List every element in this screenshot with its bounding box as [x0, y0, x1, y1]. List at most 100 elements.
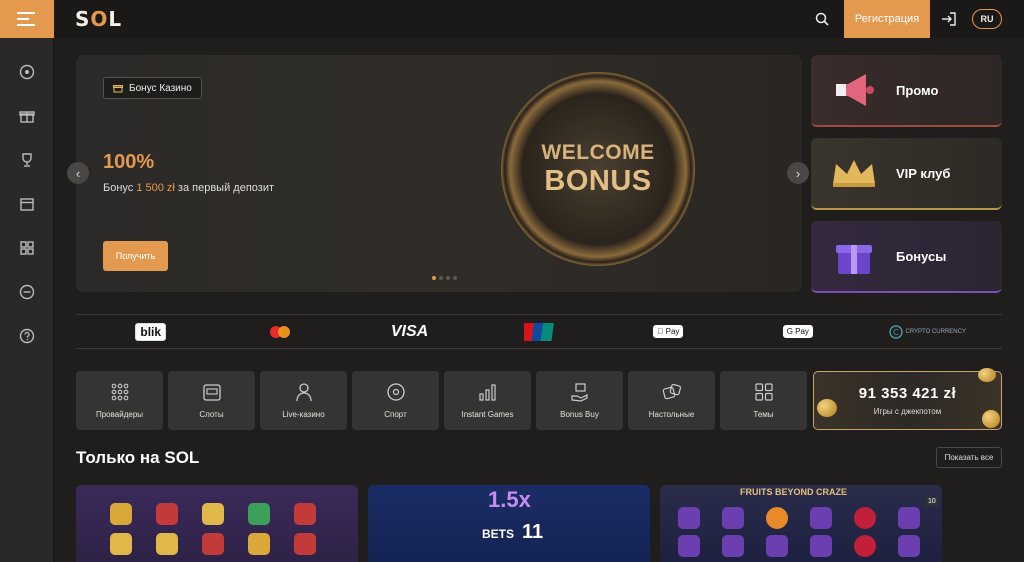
apple-icon:  — [657, 327, 663, 336]
game-badge: 10 — [926, 497, 938, 506]
sidebar-item-sport[interactable] — [17, 62, 37, 82]
game-card[interactable] — [76, 485, 358, 562]
carousel-dot[interactable] — [432, 276, 436, 280]
category-slots[interactable]: Слоты — [168, 371, 255, 430]
carousel-dot[interactable] — [453, 276, 457, 280]
calendar-icon — [19, 198, 34, 211]
category-table-games[interactable]: Настольные — [628, 371, 715, 430]
category-providers[interactable]: Провайдеры — [76, 371, 163, 430]
crypto-label: CRYPTO CURRENCY — [905, 328, 966, 335]
show-all-button[interactable]: Показать все — [936, 447, 1002, 468]
game-card[interactable]: 1.5x BETS 11 — [368, 485, 650, 562]
section-title: Только на SOL — [76, 448, 200, 467]
megaphone-icon — [835, 74, 874, 106]
dice-icon — [662, 383, 681, 400]
slot-symbol — [766, 507, 788, 529]
menu-button[interactable] — [0, 0, 54, 38]
gift-box-icon — [835, 245, 872, 274]
slot-symbol — [766, 535, 788, 557]
sidebar-item-support[interactable] — [17, 282, 37, 302]
category-sport[interactable]: Спорт — [352, 371, 439, 430]
hand-gift-icon — [570, 383, 588, 402]
badge-label: Бонус Казино — [129, 82, 192, 94]
carousel-prev-button[interactable]: ‹ — [67, 162, 89, 184]
carousel-dots — [432, 276, 457, 280]
slot-symbol — [202, 533, 224, 555]
jackpot-games-tile[interactable]: 91 353 421 zł Игры с джекпотом — [813, 368, 1002, 430]
promo-card-vip[interactable]: VIP клуб — [811, 138, 1002, 210]
bonus-percent: 100% — [103, 151, 155, 173]
bar-chart-icon — [478, 384, 496, 401]
crypto-logo: C CRYPTO CURRENCY — [888, 324, 966, 339]
ball-icon — [19, 64, 34, 80]
payment-blik: blik — [111, 322, 191, 341]
slot-symbol — [898, 507, 920, 529]
slot-symbol — [110, 533, 132, 555]
language-selector[interactable]: RU — [972, 9, 1002, 29]
slot-symbol — [810, 507, 832, 529]
trophy-icon — [21, 153, 32, 167]
login-button[interactable] — [930, 12, 968, 26]
game-bets: BETS 11 — [482, 521, 544, 543]
carousel-dot[interactable] — [439, 276, 443, 280]
topbar: SOL Регистрация RU — [54, 0, 1024, 38]
coin-text-welcome: WELCOME — [541, 140, 655, 164]
ball-icon — [386, 383, 405, 401]
promo-card-bonuses[interactable]: Бонусы — [811, 221, 1002, 293]
category-bonus-buy[interactable]: Bonus Buy — [536, 371, 623, 430]
slot-symbol — [810, 535, 832, 557]
help-icon — [19, 328, 34, 344]
hero-banner[interactable]: Бонус Казино 100% Бонус 1 500 zł за перв… — [76, 55, 802, 292]
category-instant-games[interactable]: Instant Games — [444, 371, 531, 430]
grid-icon — [754, 383, 773, 401]
crown-icon — [832, 160, 875, 187]
slot-machine-icon — [202, 384, 221, 401]
dealer-icon — [295, 383, 312, 402]
category-themes[interactable]: Темы — [720, 371, 807, 430]
slot-symbol — [722, 535, 744, 557]
sidebar-item-calendar[interactable] — [17, 194, 37, 214]
gift-icon — [113, 85, 123, 93]
hamburger-icon — [17, 12, 35, 26]
category-label: Live-казино — [282, 410, 325, 419]
slot-symbol — [156, 503, 178, 525]
sidebar-item-bonuses[interactable] — [17, 106, 37, 126]
blik-logo: blik — [135, 322, 167, 341]
sidebar-item-help[interactable] — [17, 326, 37, 346]
slot-symbol — [202, 503, 224, 525]
svg-text:C: C — [893, 328, 899, 337]
slot-symbol — [722, 507, 744, 529]
crypto-icon: C — [888, 324, 903, 339]
search-button[interactable] — [800, 12, 844, 26]
get-bonus-button[interactable]: Получить — [103, 241, 168, 271]
welcome-bonus-coin: WELCOME BONUS — [501, 72, 695, 266]
slot-symbol — [248, 533, 270, 555]
visa-logo: VISA — [390, 322, 429, 340]
slot-symbol — [854, 535, 876, 557]
sidebar-item-tournaments[interactable] — [17, 150, 37, 170]
slot-symbol — [110, 503, 132, 525]
category-label: Спорт — [384, 410, 407, 419]
promo-card-label: VIP клуб — [896, 165, 951, 181]
24-7-support-icon — [19, 284, 34, 300]
login-icon — [942, 12, 956, 26]
promo-card-label: Промо — [896, 82, 939, 98]
carousel-dot[interactable] — [446, 276, 450, 280]
carousel-next-button[interactable]: › — [787, 162, 809, 184]
game-card[interactable]: FRUITS BEYOND CRAZE 10 — [660, 485, 942, 562]
apple-pay-logo:  Pay — [653, 325, 684, 338]
promo-card-promo[interactable]: Промо — [811, 55, 1002, 127]
gold-coin-icon — [817, 399, 837, 417]
category-label: Слоты — [199, 410, 224, 419]
jackpot-label: Игры с джекпотом — [873, 407, 942, 416]
sidebar-item-categories[interactable] — [17, 238, 37, 258]
payment-methods: blik VISA  Pay G Pay C CRYPTO CURRENCY — [76, 314, 1002, 349]
category-label: Настольные — [648, 410, 695, 419]
sol-logo[interactable]: SOL — [75, 7, 122, 31]
category-live-casino[interactable]: Live-казино — [260, 371, 347, 430]
chevron-left-icon: ‹ — [75, 165, 81, 181]
payment-unionpay — [499, 322, 579, 341]
register-button[interactable]: Регистрация — [844, 0, 930, 38]
grid-icon — [19, 241, 34, 255]
mastercard-icon — [270, 325, 291, 338]
